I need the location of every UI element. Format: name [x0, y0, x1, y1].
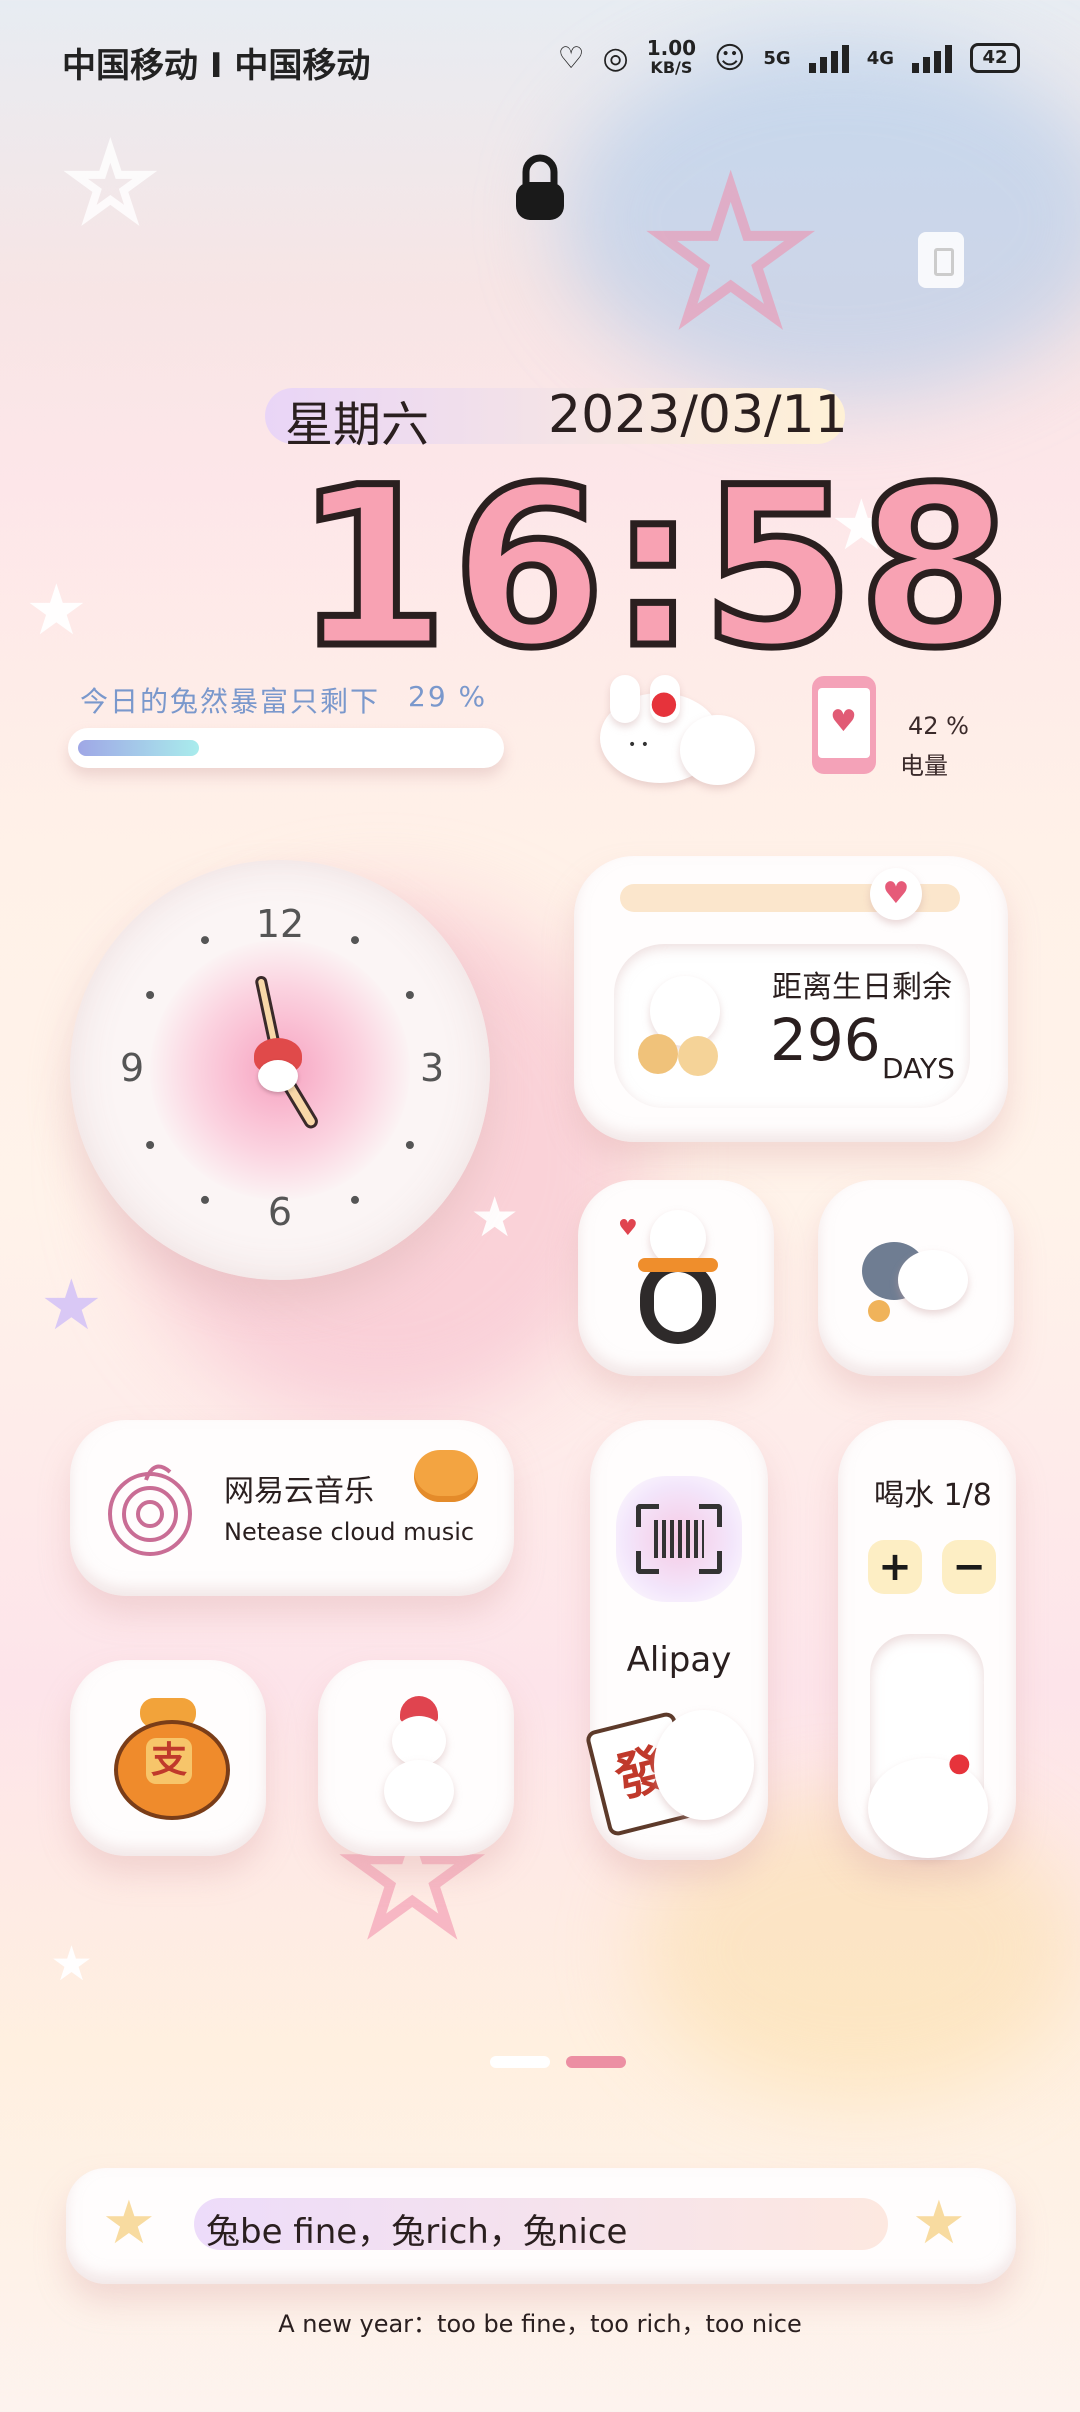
star-icon: ★ — [50, 1936, 94, 1992]
bunny-icon — [654, 1710, 754, 1820]
alipay-widget[interactable]: Alipay 發 — [584, 1420, 768, 1860]
netease-music-widget[interactable]: 网易云音乐 Netease cloud music — [70, 1420, 514, 1596]
battery-icon: 42 — [970, 43, 1020, 73]
clock-tick — [405, 991, 414, 999]
heart-icon: ♥ — [830, 704, 857, 739]
network-speed: 1.00 KB/S — [647, 38, 696, 78]
heart-link-icon: ♡ — [557, 40, 585, 76]
water-count: 1 — [943, 1478, 963, 1513]
heart-icon: ♥ — [870, 868, 922, 920]
penguin-bunny-app[interactable]: ♥ — [578, 1180, 774, 1376]
wealth-progress-track — [68, 728, 504, 768]
clock-tick — [146, 991, 155, 999]
slogan-caption: A new year：too be fine，too rich，too nice — [278, 2310, 802, 2338]
birthday-unit: DAYS — [882, 1052, 955, 1085]
music-title: 网易云音乐 — [224, 1474, 374, 1509]
water-total: /8 — [962, 1478, 992, 1513]
birthday-widget[interactable]: ♥ 距离生日剩余 296 DAYS — [574, 856, 1008, 1142]
water-tracker-widget[interactable]: 喝水 1/8 + − ● — [838, 1420, 1016, 1860]
bunny-icon: ● — [868, 1738, 998, 1858]
carrier-label: 中国移动 I 中国移动 — [62, 46, 371, 86]
star-icon: ★ — [645, 150, 816, 359]
lucky-bag-icon: 支 — [108, 1698, 230, 1820]
network-4g-label: 4G — [866, 47, 894, 69]
star-icon: ★ — [66, 132, 155, 237]
date-label: 2023/03/11 — [548, 385, 848, 445]
signal-icon — [912, 43, 952, 73]
phone-battery-percent: 42 % — [908, 712, 969, 740]
scan-button[interactable] — [616, 1476, 742, 1602]
snowman-icon — [374, 1696, 464, 1826]
page-dot-2[interactable] — [566, 2056, 626, 2068]
slogan-widget[interactable]: ★ ★ 兔be fine，兔rich，兔nice — [66, 2168, 1016, 2284]
star-icon: ★ — [102, 2188, 156, 2258]
barcode-scan-icon — [636, 1504, 722, 1574]
clock-number-9: 9 — [120, 1046, 145, 1090]
slogan-text: 兔be fine，兔rich，兔nice — [206, 2212, 628, 2252]
strawberry-bunny-icon — [248, 1038, 308, 1096]
signal-icon — [808, 43, 849, 73]
water-plus-button[interactable]: + — [868, 1540, 922, 1594]
clock-number-6: 6 — [267, 1190, 293, 1234]
clock-number-12: 12 — [255, 902, 305, 946]
snowman-app[interactable] — [318, 1660, 514, 1856]
sleeping-bunny-app[interactable] — [818, 1180, 1014, 1376]
clock-tick — [146, 1141, 155, 1149]
star-icon: ★ — [25, 569, 88, 651]
phone-battery-icon: ♥ — [812, 676, 876, 774]
bread-icon — [414, 1450, 478, 1502]
nfc-icon: ◎ — [602, 40, 629, 76]
strawberry-icon: ● — [650, 683, 678, 721]
clock-tick — [405, 1141, 414, 1149]
wealth-label: 今日的兔然暴富只剩下 — [80, 685, 381, 718]
water-minus-button[interactable]: − — [942, 1540, 996, 1594]
star-icon: ★ — [40, 1264, 103, 1346]
phone-battery-label: 电量 — [900, 752, 948, 780]
strawberry-icon: ● — [948, 1748, 971, 1778]
wealth-progress-fill — [78, 740, 199, 756]
lucky-bag-app[interactable]: 支 — [70, 1660, 266, 1856]
star-icon: ★ — [912, 2188, 966, 2258]
page-indicator — [490, 2056, 630, 2070]
alipay-label: Alipay — [626, 1640, 732, 1680]
sleeping-bunny-icon — [862, 1236, 972, 1326]
wealth-percent: 29 % — [408, 680, 488, 713]
network-5g-label: 5G — [763, 47, 791, 69]
network-speed-unit: KB/S — [650, 58, 693, 77]
bunny-family-sticker — [630, 966, 730, 1086]
lock-icon[interactable] — [512, 152, 568, 222]
water-label: 喝水 — [874, 1478, 934, 1513]
music-subtitle: Netease cloud music — [224, 1518, 475, 1546]
network-speed-value: 1.00 — [646, 36, 697, 60]
penguin-bunny-icon — [632, 1210, 722, 1350]
clock-number-3: 3 — [420, 1046, 445, 1090]
clock-time: 16:58 — [291, 437, 1016, 700]
birthday-title: 距离生日剩余 — [772, 970, 952, 1005]
water-title: 喝水 1/8 — [874, 1470, 992, 1514]
heart-icon: ♥ — [618, 1216, 638, 1241]
birthday-days: 296 — [770, 1006, 881, 1074]
bunny-sticker: ● • • — [590, 675, 760, 785]
screen-rotate-icon[interactable] — [918, 232, 964, 288]
netease-logo-icon — [100, 1454, 200, 1564]
analog-clock[interactable]: 12 6 9 3 — [70, 860, 490, 1280]
status-bar: 中国移动 I 中国移动 ♡ ◎ 1.00 KB/S ☺ 5G 4G 42 — [0, 0, 1080, 120]
status-icons: ♡ ◎ 1.00 KB/S ☺ 5G 4G 42 — [558, 38, 1020, 78]
page-dot-1[interactable] — [490, 2056, 550, 2068]
alipay-pay-glyph: 支 — [146, 1738, 192, 1784]
bunny-status-icon: ☺ — [714, 40, 746, 76]
